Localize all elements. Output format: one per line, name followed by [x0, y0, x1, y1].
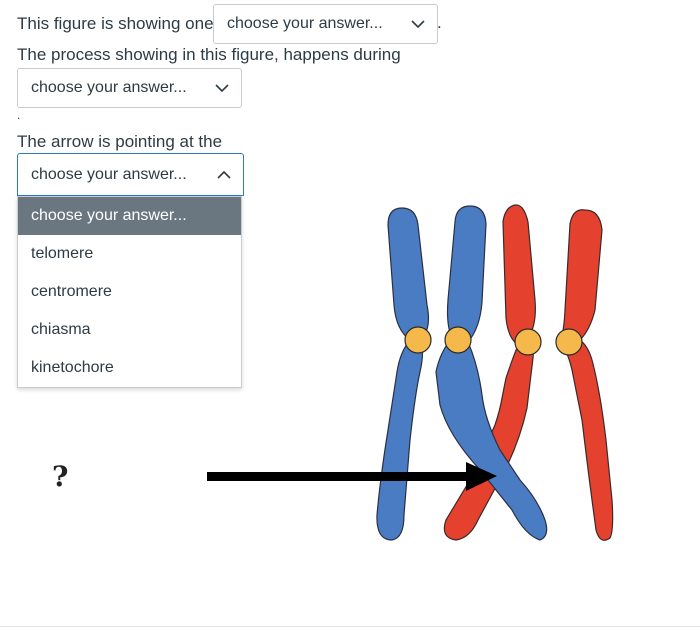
question-mark-label: ?: [52, 460, 69, 493]
question-3-dropdown-menu: choose your answer... telomere centromer…: [17, 196, 242, 388]
dropdown-option-placeholder[interactable]: choose your answer...: [18, 197, 241, 235]
dropdown-option-kinetochore[interactable]: kinetochore: [18, 349, 241, 387]
centromere-dot: [555, 328, 583, 356]
centromere-dot: [514, 328, 542, 356]
pointer-arrow: [207, 462, 497, 491]
dropdown-option-centromere[interactable]: centromere: [18, 273, 241, 311]
dropdown-option-telomere[interactable]: telomere: [18, 235, 241, 273]
centromere-dot: [404, 326, 432, 354]
centromeres: [404, 326, 583, 356]
dropdown-option-chiasma[interactable]: chiasma: [18, 311, 241, 349]
centromere-dot: [444, 326, 472, 354]
divider: [0, 626, 700, 627]
